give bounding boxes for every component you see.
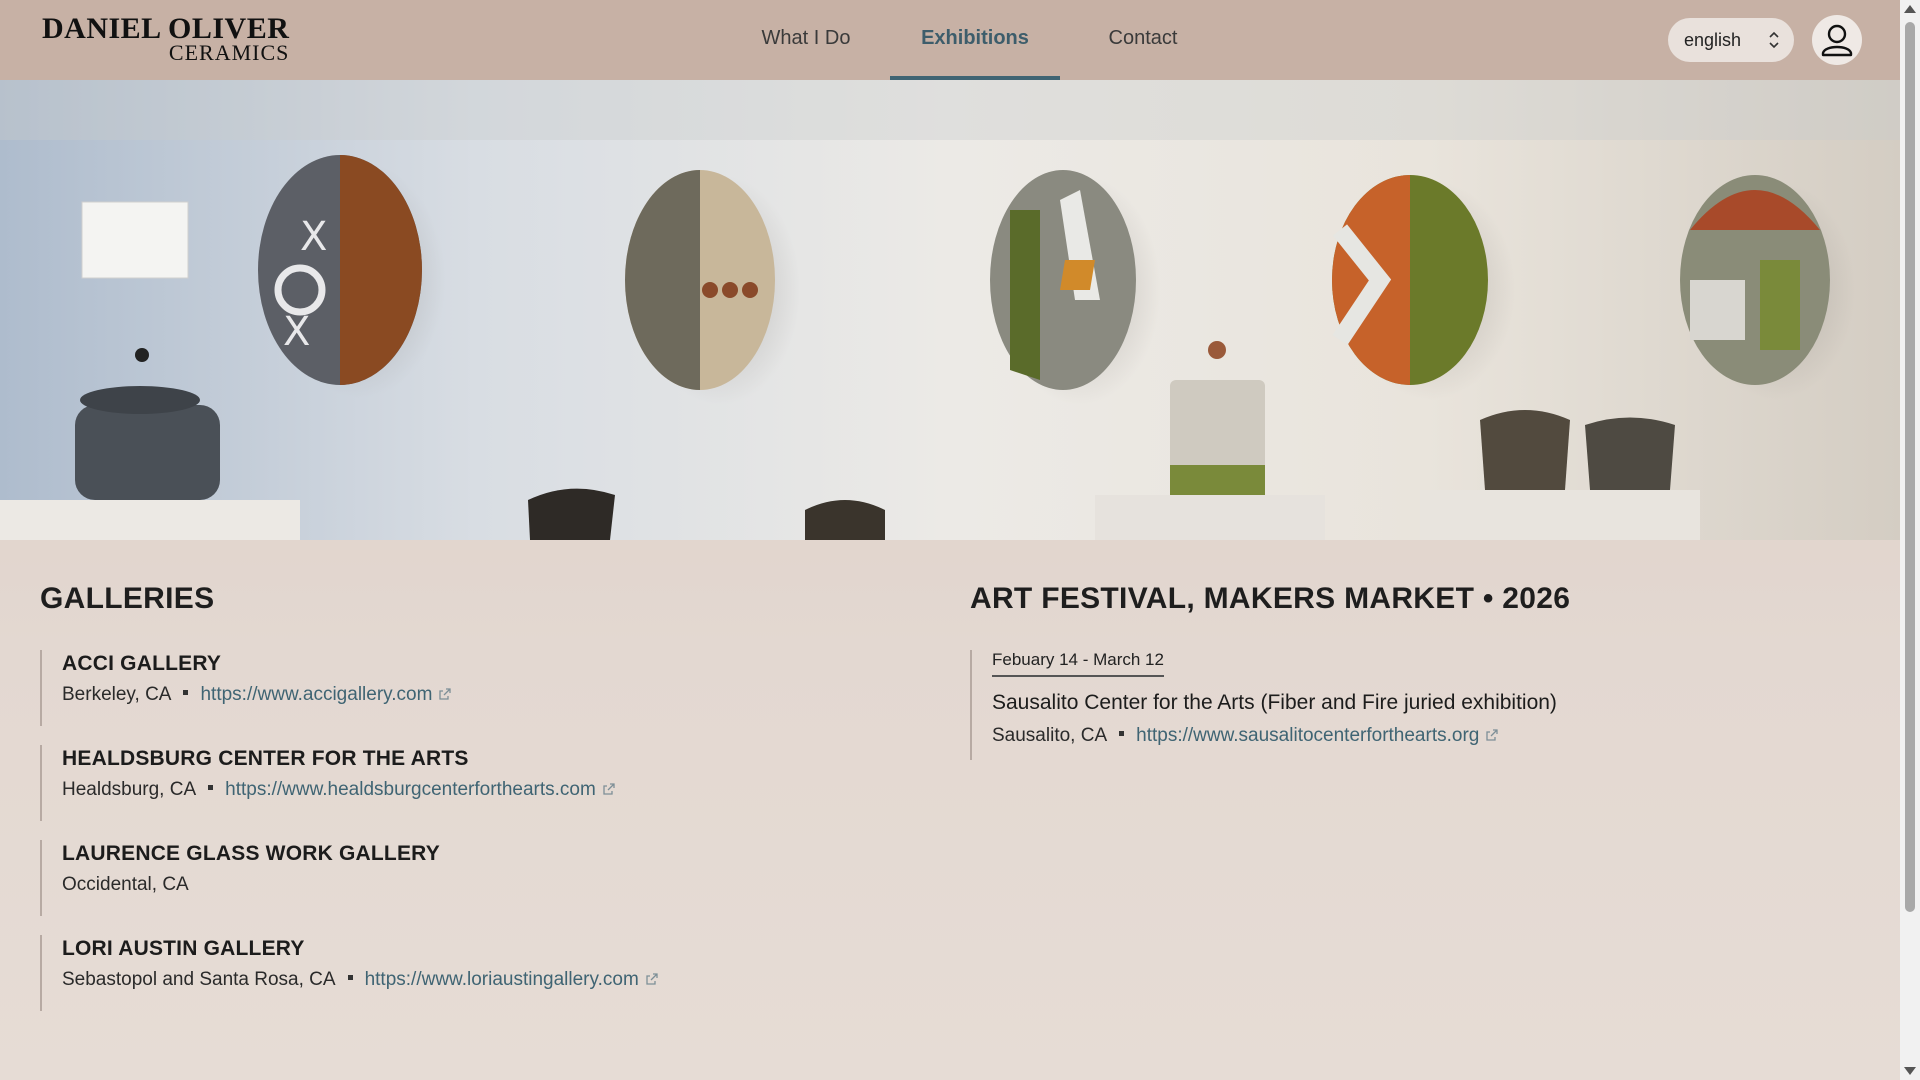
external-link-icon bbox=[1486, 729, 1498, 741]
gallery-name: HEALDSBURG CENTER FOR THE ARTS bbox=[62, 747, 469, 770]
svg-text:X: X bbox=[283, 309, 310, 355]
gallery-item: LAURENCE GLASS WORK GALLERY Occidental, … bbox=[40, 840, 440, 916]
gallery-meta: Occidental, CA bbox=[62, 868, 440, 902]
festival-heading: ART FESTIVAL, MAKERS MARKET • 2026 bbox=[970, 582, 1571, 615]
site-header: DANIEL OLIVER CERAMICS What I Do Exhibit… bbox=[0, 0, 1900, 80]
gallery-link[interactable]: https://www.accigallery.com bbox=[200, 684, 432, 705]
plate-x-mark: X bbox=[300, 214, 327, 260]
user-account-button[interactable] bbox=[1812, 15, 1862, 65]
gallery-location: Sebastopol and Santa Rosa, CA bbox=[62, 969, 336, 990]
gallery-link[interactable]: https://www.healdsburgcenterforthearts.c… bbox=[225, 779, 596, 800]
main-nav: What I Do Exhibitions Contact bbox=[0, 0, 1900, 80]
language-selected: english bbox=[1684, 30, 1742, 50]
event-item: Febuary 14 - March 12 Sausalito Center f… bbox=[970, 650, 1557, 760]
gallery-item: HEALDSBURG CENTER FOR THE ARTS Healdsbur… bbox=[40, 745, 616, 821]
scroll-up-arrow-icon[interactable] bbox=[1904, 5, 1916, 13]
external-link-icon bbox=[439, 688, 452, 700]
scrollbar-thumb[interactable] bbox=[1905, 22, 1915, 912]
gallery-meta: Healdsburg, CA https://www.healdsburgcent… bbox=[62, 773, 616, 807]
gallery-name: LORI AUSTIN GALLERY bbox=[62, 937, 305, 960]
separator-dot bbox=[347, 975, 353, 981]
user-icon bbox=[1821, 24, 1853, 57]
gallery-item: LORI AUSTIN GALLERY Sebastopol and Santa… bbox=[40, 935, 659, 1011]
nav-what-i-do[interactable]: What I Do bbox=[742, 0, 870, 80]
gallery-name: ACCI GALLERY bbox=[62, 652, 222, 675]
nav-exhibitions[interactable]: Exhibitions bbox=[890, 0, 1060, 80]
event-date: Febuary 14 - March 12 bbox=[992, 650, 1164, 677]
separator-dot bbox=[183, 690, 189, 696]
scroll-down-arrow-icon[interactable] bbox=[1904, 1067, 1916, 1075]
language-select[interactable]: english bbox=[1668, 18, 1794, 62]
gallery-name: LAURENCE GLASS WORK GALLERY bbox=[62, 842, 440, 865]
external-link-icon bbox=[603, 783, 615, 795]
exhibition-photo: X X bbox=[0, 80, 1900, 540]
gallery-location: Berkeley, CA bbox=[62, 684, 172, 705]
gallery-meta: Berkeley, CA https://www.accigallery.com bbox=[62, 678, 452, 712]
gallery-location: Occidental, CA bbox=[62, 874, 189, 895]
gallery-meta: Sebastopol and Santa Rosa, CA https://www… bbox=[62, 963, 659, 997]
event-title: Sausalito Center for the Arts (Fiber and… bbox=[992, 691, 1557, 714]
page-scrollbar[interactable] bbox=[1900, 0, 1920, 1080]
event-link[interactable]: https://www.sausalitocenterforthearts.or… bbox=[1136, 725, 1479, 746]
nav-contact[interactable]: Contact bbox=[1080, 0, 1206, 80]
event-meta: Sausalito, CA https://www.sausalitocenter… bbox=[992, 725, 1557, 747]
event-location: Sausalito, CA bbox=[992, 725, 1108, 746]
gallery-item: ACCI GALLERY Berkeley, CA https://www.acc… bbox=[40, 650, 452, 726]
separator-dot bbox=[208, 785, 214, 791]
separator-dot bbox=[1119, 731, 1125, 737]
external-link-icon bbox=[646, 973, 658, 985]
gallery-link[interactable]: https://www.loriaustingallery.com bbox=[365, 969, 639, 990]
galleries-heading: GALLERIES bbox=[40, 582, 215, 615]
select-arrows-icon bbox=[1769, 31, 1779, 49]
hero-exhibition-image: X X bbox=[0, 80, 1900, 540]
gallery-location: Healdsburg, CA bbox=[62, 779, 197, 800]
